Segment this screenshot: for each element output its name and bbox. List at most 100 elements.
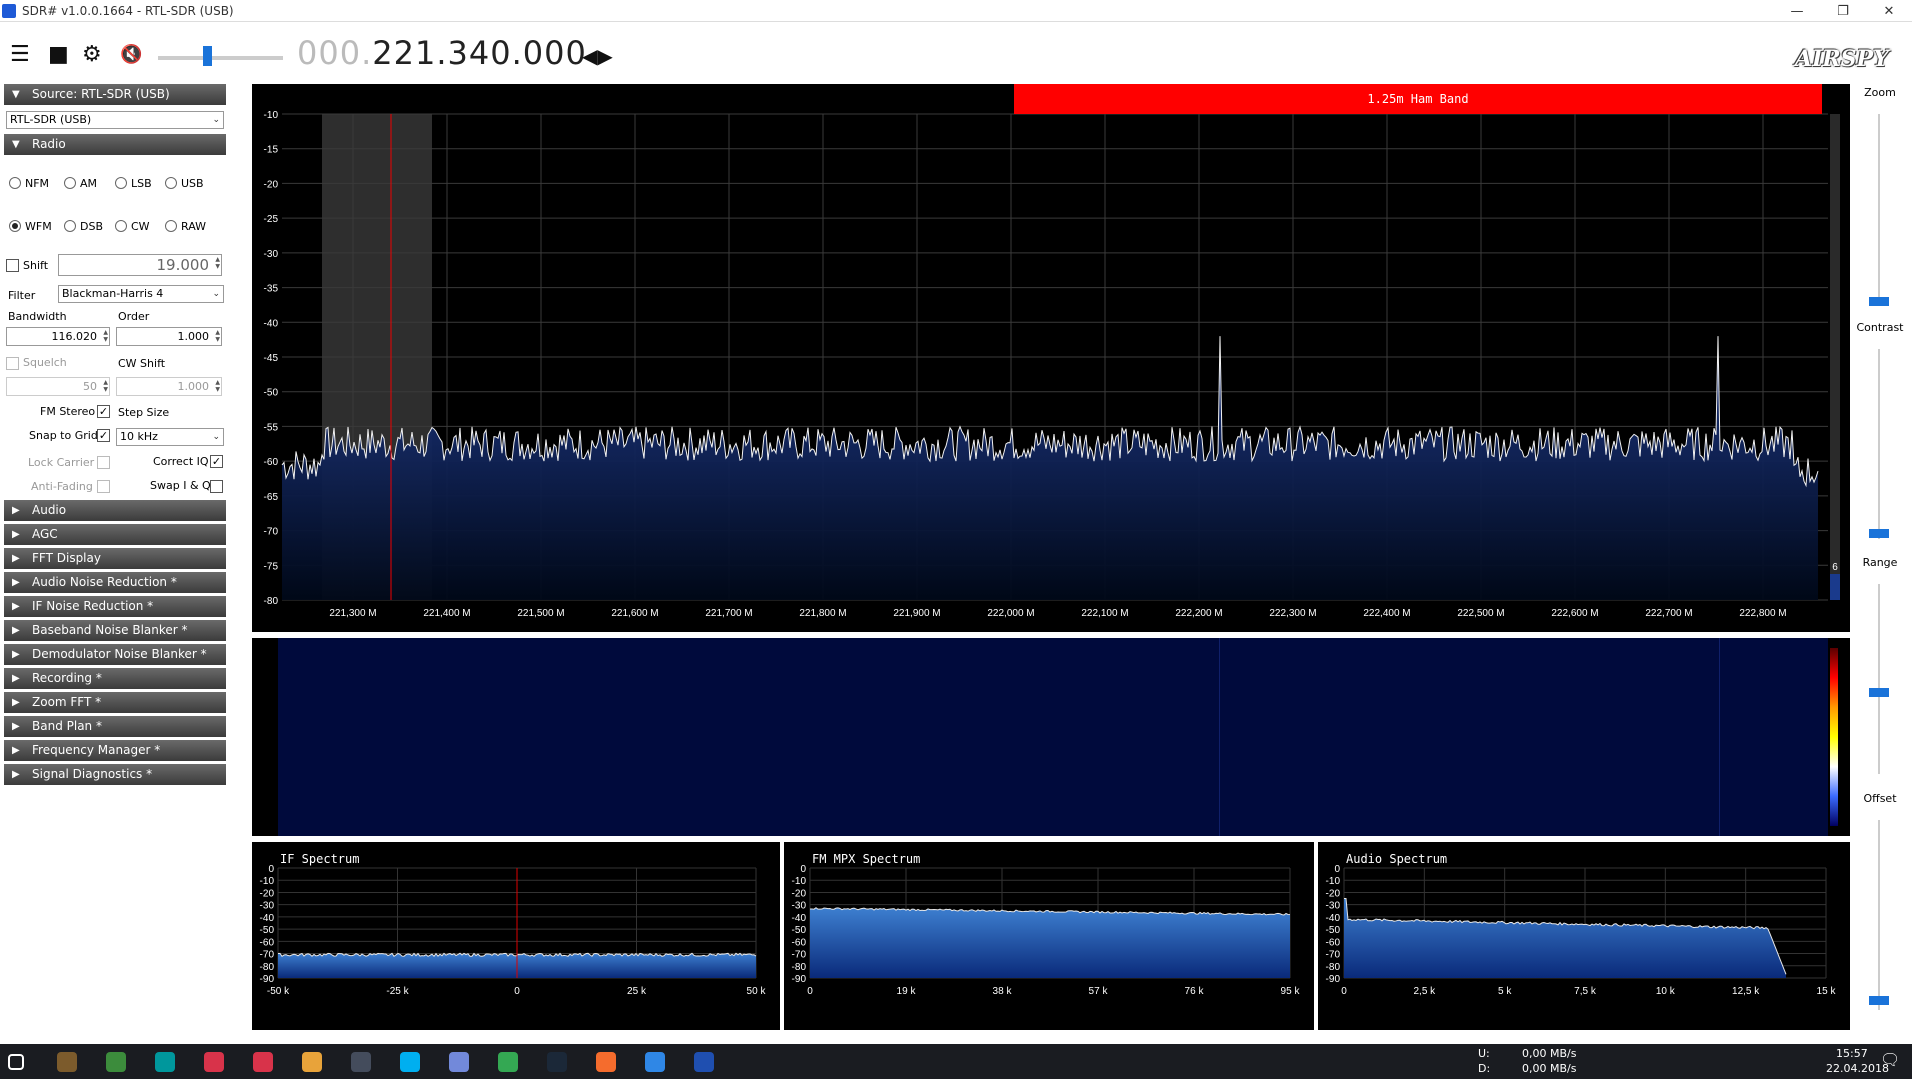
x-tick-label: 76 k (1185, 986, 1205, 997)
x-tick-label: 19 k (897, 986, 917, 997)
mode-radio-nfm[interactable] (9, 177, 21, 189)
app-pink-icon[interactable] (253, 1052, 273, 1072)
bandwidth-input[interactable]: 116.020 ▲ ▼ (6, 327, 110, 346)
chrome-icon[interactable] (498, 1052, 518, 1072)
section-audio-noise-reduction[interactable]: ▶ Audio Noise Reduction * (4, 572, 226, 593)
waterfall-display[interactable] (278, 638, 1828, 836)
y-tick-label: -15 (264, 145, 279, 156)
main-spectrum-panel[interactable]: -10 -15 -20 -25 -30 -35 -40 -45 -50 -55 -60 -65 -70 -… (252, 84, 1850, 632)
mpx-spectrum-plot[interactable]: 0-10-20-30-40-50-60-70-80-900 19 k 38 k 57 … (784, 842, 1314, 1030)
contrast-slider-track[interactable] (1878, 349, 1880, 539)
step-size-select[interactable]: 10 kHz ⌄ (116, 428, 224, 446)
source-select[interactable]: RTL-SDR (USB) ⌄ (6, 111, 224, 129)
stop-icon[interactable]: ■ (48, 44, 69, 66)
airspy-logo: AIRSPY (1795, 46, 1889, 72)
minecraft-icon[interactable] (57, 1052, 77, 1072)
arduino-icon[interactable] (155, 1052, 175, 1072)
shift-checkbox[interactable] (6, 259, 19, 272)
y-tick-label: 0 (1334, 864, 1340, 875)
correct-iq-label: Correct IQ (153, 455, 209, 468)
mode-radio-dsb[interactable] (64, 220, 76, 232)
section-audio[interactable]: ▶ Audio (4, 500, 226, 521)
section-recording[interactable]: ▶ Recording * (4, 668, 226, 689)
origin-icon[interactable] (596, 1052, 616, 1072)
audio-spectrum-panel[interactable]: Audio Spectrum 0 -10 -20 -30 -40 -50 -60 -70 -80… (1318, 842, 1850, 1030)
snap-to-grid-checkbox[interactable]: ✓ (97, 429, 110, 442)
if-spectrum-plot[interactable]: 0-10-20-30-40-50-60-70-80-90-50 k -25 k02… (252, 842, 780, 1030)
offset-slider-thumb[interactable] (1869, 996, 1889, 1005)
mute-icon[interactable]: 🔇 (120, 44, 142, 66)
app-dark-icon[interactable] (351, 1052, 371, 1072)
mode-radio-lsb[interactable] (115, 177, 127, 189)
mode-radio-raw[interactable] (165, 220, 177, 232)
y-tick-label: -10 (260, 876, 275, 887)
close-button[interactable]: ✕ (1866, 0, 1912, 22)
contrast-slider-thumb[interactable] (1869, 529, 1889, 538)
range-slider-track[interactable] (1878, 584, 1880, 774)
section-baseband-noise-blanker[interactable]: ▶ Baseband Noise Blanker * (4, 620, 226, 641)
squelch-checkbox[interactable] (6, 357, 19, 370)
lock-carrier-checkbox[interactable] (97, 456, 110, 469)
shift-input[interactable]: 19.000 ▲ ▼ (58, 254, 222, 276)
source-section-header[interactable]: ▼ Source: RTL-SDR (USB) (4, 84, 226, 105)
order-input[interactable]: 1.000 ▲ ▼ (116, 327, 222, 346)
sdr-icon[interactable] (694, 1052, 714, 1072)
section-zoom-fft[interactable]: ▶ Zoom FFT * (4, 692, 226, 713)
mode-radio-usb[interactable] (165, 177, 177, 189)
app-yellow-icon[interactable] (302, 1052, 322, 1072)
section-signal-diagnostics[interactable]: ▶ Signal Diagnostics * (4, 764, 226, 785)
section-fft-display[interactable]: ▶ FFT Display (4, 548, 226, 569)
cw-shift-input[interactable]: 1.000 ▲ ▼ (116, 377, 222, 396)
x-tick-label: -25 k (386, 986, 409, 997)
section-demodulator-noise-blanker[interactable]: ▶ Demodulator Noise Blanker * (4, 644, 226, 665)
radio-section-header[interactable]: ▼ Radio (4, 134, 226, 155)
menu-icon[interactable]: ☰ (10, 44, 30, 66)
range-slider-thumb[interactable] (1869, 688, 1889, 697)
volume-slider-track[interactable] (158, 56, 283, 60)
volume-slider-thumb[interactable] (203, 46, 212, 66)
plane-icon[interactable] (645, 1052, 665, 1072)
y-tick-label: -70 (792, 950, 807, 961)
windows-start-icon[interactable] (8, 1054, 24, 1070)
tuning-arrows-icon[interactable]: ◀▶ (582, 44, 613, 68)
clock-time[interactable]: 15:57 (1836, 1047, 1868, 1060)
y-tick-label: -80 (1326, 962, 1341, 973)
restore-button[interactable]: ❐ (1820, 0, 1866, 22)
section-if-noise-reduction[interactable]: ▶ IF Noise Reduction * (4, 596, 226, 617)
frequency-display[interactable]: 000.221.340.000 (297, 34, 587, 72)
zoom-slider-track[interactable] (1878, 114, 1880, 304)
section-band-plan[interactable]: ▶ Band Plan * (4, 716, 226, 737)
squelch-input[interactable]: 50 ▲ ▼ (6, 377, 110, 396)
xbox-icon[interactable] (106, 1052, 126, 1072)
notification-icon[interactable]: 🗨 (1880, 1050, 1900, 1069)
mode-radio-wfm[interactable] (9, 220, 21, 232)
minimize-button[interactable]: — (1774, 0, 1820, 22)
anti-fading-checkbox[interactable] (97, 480, 110, 493)
main-spectrum-plot[interactable]: -10 -15 -20 -25 -30 -35 -40 -45 -50 -55 -60 -65 -70 -… (252, 84, 1850, 632)
x-tick-label: 0 (1341, 986, 1347, 997)
audio-spectrum-plot[interactable]: 0-10-20-30-40-50-60-70-80-900 2,5 k5 k 7,5… (1318, 842, 1850, 1030)
skype-icon[interactable] (400, 1052, 420, 1072)
correct-iq-checkbox[interactable]: ✓ (210, 455, 223, 468)
app-red-icon[interactable] (204, 1052, 224, 1072)
zoom-slider-thumb[interactable] (1869, 297, 1889, 306)
fm-stereo-checkbox[interactable]: ✓ (97, 405, 110, 418)
x-tick-label: 0 (514, 986, 520, 997)
section-frequency-manager[interactable]: ▶ Frequency Manager * (4, 740, 226, 761)
y-tick-label: -90 (1326, 974, 1341, 985)
lock-carrier-label: Lock Carrier (28, 456, 95, 469)
mpx-spectrum-panel[interactable]: FM MPX Spectrum 0 -10 -20 -30 -40 -50 -60 -70 -8… (784, 842, 1314, 1030)
swap-iq-checkbox[interactable] (210, 480, 223, 493)
steam-icon[interactable] (547, 1052, 567, 1072)
offset-slider-track[interactable] (1878, 820, 1880, 1010)
y-tick-label: -50 (260, 925, 275, 936)
filter-label: Filter (8, 289, 36, 302)
section-agc[interactable]: ▶ AGC (4, 524, 226, 545)
waterfall-panel[interactable] (252, 638, 1850, 836)
mode-radio-cw[interactable] (115, 220, 127, 232)
mode-radio-am[interactable] (64, 177, 76, 189)
if-spectrum-panel[interactable]: IF Spectrum 0 -10 -20 -30 -40 -50 -60 -70 -80 -90… (252, 842, 780, 1030)
discord-icon[interactable] (449, 1052, 469, 1072)
filter-select[interactable]: Blackman-Harris 4 ⌄ (58, 285, 224, 303)
gear-icon[interactable]: ⚙ (82, 44, 102, 66)
